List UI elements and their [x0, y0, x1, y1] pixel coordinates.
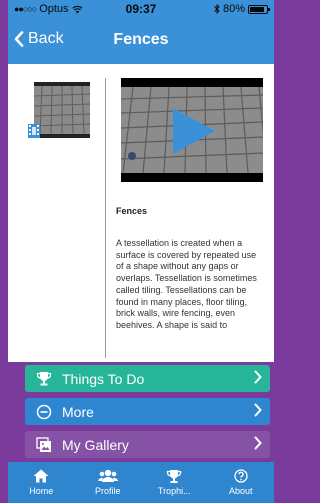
carrier-label: Optus: [39, 3, 69, 15]
users-icon: [97, 468, 118, 484]
tab-about-label: About: [228, 486, 253, 496]
signal-icon: ●●○○○: [14, 4, 37, 14]
content-panel: Fences A tessellation is created when a …: [8, 64, 274, 362]
things-to-do-button[interactable]: Things To Do: [25, 365, 270, 392]
divider: [105, 78, 106, 358]
trophy-icon: [35, 370, 53, 388]
tile-pattern-thumb: [33, 85, 91, 135]
chevron-right-icon: [254, 436, 262, 455]
chevron-left-icon: [14, 31, 24, 47]
trophy-icon: [166, 468, 182, 484]
battery-icon: [248, 4, 270, 14]
play-icon[interactable]: [173, 108, 215, 154]
app-frame: ●●○○○ Optus 09:37 80% Back Fences Fences…: [0, 0, 282, 503]
minus-circle-icon: [35, 403, 53, 421]
tab-home-label: Home: [29, 486, 54, 496]
tab-trophies-label: Trophi...: [157, 486, 191, 496]
nav-bar: Back Fences: [8, 18, 274, 64]
film-icon: [28, 124, 40, 138]
article-body: A tessellation is created when a surface…: [116, 238, 257, 330]
tab-bar: Home Profile Trophi... About: [8, 462, 274, 503]
question-icon: [234, 468, 248, 484]
more-label: More: [62, 403, 94, 420]
chevron-right-icon: [254, 403, 262, 422]
video-player[interactable]: [121, 78, 263, 182]
back-button[interactable]: Back: [14, 30, 64, 48]
bluetooth-icon: [214, 4, 220, 14]
tab-profile[interactable]: Profile: [75, 462, 142, 503]
tab-trophies[interactable]: Trophi...: [141, 462, 208, 503]
things-to-do-label: Things To Do: [62, 370, 145, 387]
status-left: ●●○○○ Optus: [14, 3, 83, 15]
home-icon: [33, 468, 49, 484]
back-label: Back: [28, 30, 64, 47]
wifi-icon: [71, 5, 83, 13]
video-thumbnail[interactable]: [33, 82, 91, 138]
tab-home[interactable]: Home: [8, 462, 75, 503]
status-right: 80%: [214, 3, 270, 15]
battery-percent: 80%: [222, 3, 245, 15]
status-bar: ●●○○○ Optus 09:37 80%: [8, 0, 274, 18]
my-gallery-button[interactable]: My Gallery: [25, 431, 270, 458]
more-button[interactable]: More: [25, 398, 270, 425]
gallery-icon: [35, 436, 53, 454]
article-title: Fences: [116, 206, 148, 216]
my-gallery-label: My Gallery: [62, 436, 129, 453]
tab-profile-label: Profile: [94, 486, 121, 496]
tab-about[interactable]: About: [208, 462, 275, 503]
chevron-right-icon: [254, 370, 262, 389]
